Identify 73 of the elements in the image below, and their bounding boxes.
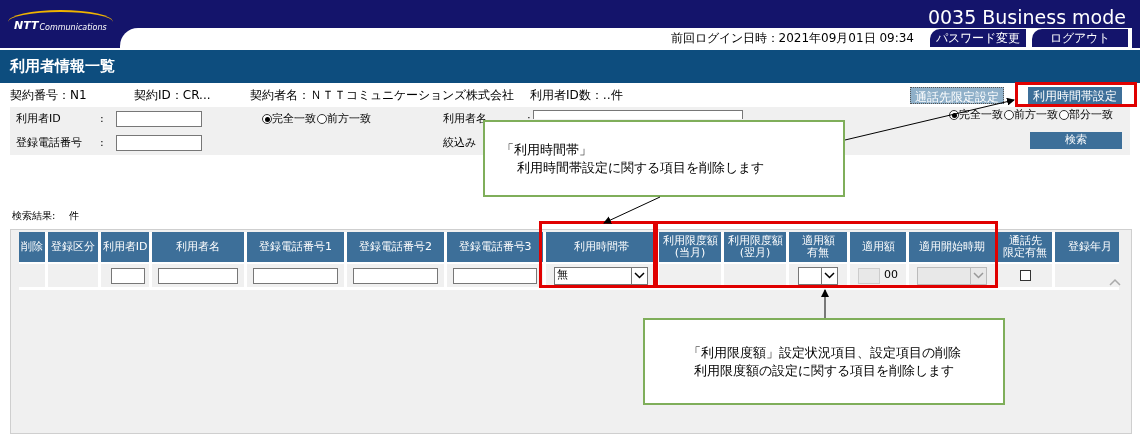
checkbox[interactable]: [1019, 270, 1031, 281]
column-label: 利用者名: [176, 241, 220, 253]
callout-text: 「利用限度額」設定状況項目、設定項目の削除: [687, 343, 961, 362]
input-field[interactable]: [453, 267, 537, 284]
amount-text: 00: [884, 267, 898, 284]
input-field[interactable]: [111, 267, 145, 284]
column-label: 通話先: [1008, 235, 1042, 247]
table-cell: [659, 264, 721, 287]
column-label: (当月): [674, 247, 706, 259]
colon-text: :: [100, 134, 104, 151]
column-label: 適用額: [801, 235, 835, 247]
amount-field[interactable]: [858, 267, 880, 284]
contract-info-text: 契約番号：N1: [10, 87, 88, 104]
column-label: 利用者ID: [102, 241, 148, 253]
column-label: 限定有無: [1003, 247, 1047, 259]
column-label: 利用時間帯: [573, 241, 629, 253]
callout-text: 「利用時間帯」: [501, 140, 593, 159]
table-cell: [724, 264, 786, 287]
radio-button[interactable]: [262, 114, 272, 124]
caret-icon: [824, 272, 835, 279]
radio-button[interactable]: [1059, 110, 1069, 121]
radio-button[interactable]: [949, 110, 959, 121]
action-button[interactable]: 利用時間帯設定: [1028, 86, 1122, 104]
radio-button[interactable]: [1004, 110, 1014, 121]
column-label: 登録年月: [1068, 241, 1112, 253]
field-label: 絞込み: [443, 135, 476, 149]
column-label: 適用開始時期: [919, 241, 985, 253]
input-field[interactable]: [253, 267, 338, 284]
input-field[interactable]: [116, 111, 202, 127]
caret-icon: [634, 272, 645, 279]
column-label: 利用限度額: [727, 235, 783, 247]
column-label: 削除: [21, 241, 43, 253]
radio-label: 前方一致: [327, 110, 371, 127]
search-button[interactable]: 検索: [1030, 132, 1122, 149]
select-field[interactable]: 無: [554, 266, 648, 285]
column-label: 登録電話番号3: [458, 241, 532, 253]
radio-label: 完全一致: [272, 110, 316, 127]
column-label: 有無: [807, 247, 829, 259]
colon-text: :: [100, 110, 104, 127]
input-field[interactable]: [353, 267, 438, 284]
field-label: 利用者ID: [16, 111, 61, 125]
contract-info-text: 契約者名：ＮＴＴコミュニケーションズ株式会社: [250, 87, 515, 104]
radio-label: 部分一致: [1069, 107, 1113, 123]
arrow: [821, 289, 829, 319]
column-label: 登録電話番号2: [359, 241, 432, 253]
header-tab[interactable]: パスワード変更: [930, 29, 1026, 47]
colon-text: :: [527, 110, 531, 127]
field-label: 登録電話番号: [16, 135, 82, 149]
header-tab[interactable]: ログアウト: [1032, 29, 1128, 47]
input-field[interactable]: [533, 110, 743, 119]
column-label: 登録電話番号1: [259, 241, 332, 253]
radio-label: 前方一致: [1014, 107, 1058, 123]
select-field[interactable]: [798, 266, 838, 285]
input-field[interactable]: [158, 267, 238, 284]
caret-icon: [973, 272, 984, 279]
arrow: [603, 196, 661, 224]
column-label: 登録区分: [51, 241, 95, 253]
brand-title: 0035 Business mode: [927, 5, 1126, 30]
result-count: 件: [69, 208, 80, 223]
callout-text: 利用時間帯設定に関する項目を削除します: [516, 158, 765, 177]
radio-button[interactable]: [317, 114, 327, 124]
input-field[interactable]: [116, 135, 202, 151]
column-label: 適用額: [861, 241, 895, 253]
callout-text: 利用限度額の設定に関する項目を削除します: [694, 361, 954, 380]
last-login-text: 前回ログイン日時：2021年09月01日 09:34: [670, 30, 914, 47]
column-label: 利用限度額: [662, 235, 718, 247]
contract-info-text: 契約ID：CR...: [134, 87, 212, 104]
result-label: 検索結果:: [12, 208, 56, 223]
column-label: (翌月): [739, 247, 771, 259]
page-title: 利用者情報一覧: [10, 56, 115, 78]
table-cell: [1055, 264, 1119, 287]
contract-info-text: 利用者ID数：‥件: [530, 87, 624, 104]
radio-label: 完全一致: [959, 107, 1003, 123]
